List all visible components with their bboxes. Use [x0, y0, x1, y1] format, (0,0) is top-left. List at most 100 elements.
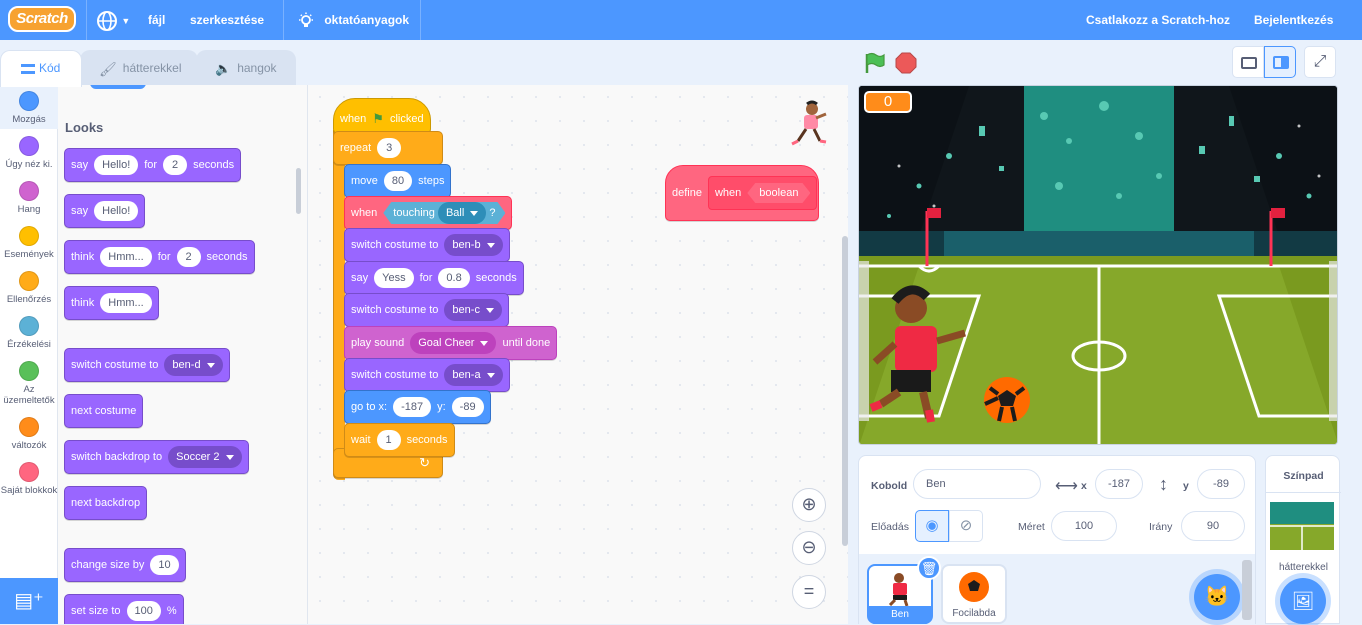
block-set-size[interactable]: set size to 100%: [64, 594, 184, 624]
block-switch-costume[interactable]: switch costume to ben-d: [64, 348, 230, 382]
block-input[interactable]: 10: [150, 555, 179, 575]
category-label: Ellenőrzés: [6, 294, 52, 305]
touching-condition[interactable]: touching Ball ?: [383, 202, 505, 224]
costume-dropdown[interactable]: ben-d: [164, 354, 223, 376]
block-change-size[interactable]: change size by 10: [64, 548, 186, 582]
block-switch-costume-b[interactable]: switch costume to ben-b: [344, 228, 510, 262]
sound-dropdown[interactable]: Goal Cheer: [410, 332, 497, 354]
y-input[interactable]: -89: [1197, 469, 1245, 499]
category-looks[interactable]: Úgy néz ki.: [0, 136, 58, 170]
block-input[interactable]: 1: [376, 430, 401, 450]
block-move[interactable]: move 80 steps: [344, 164, 452, 198]
block-repeat[interactable]: repeat 3: [333, 131, 443, 165]
block-input[interactable]: Yess: [374, 268, 414, 288]
block-wait[interactable]: wait 1 seconds: [344, 423, 455, 457]
block-next-costume[interactable]: next costume: [64, 394, 144, 428]
block-input[interactable]: 100: [126, 601, 161, 621]
add-extension-button[interactable]: ▤⁺: [0, 578, 58, 624]
choose-backdrop-button[interactable]: 🖼: [1280, 578, 1326, 624]
block-input[interactable]: 80: [383, 171, 413, 191]
block-when-touching[interactable]: when touching Ball ?: [344, 196, 513, 230]
edit-menu[interactable]: szerkesztése: [190, 0, 264, 40]
palette-scrollbar[interactable]: [296, 168, 301, 214]
touching-dropdown[interactable]: Ball: [438, 202, 486, 224]
sprite-tile-ball[interactable]: Focilabda: [941, 564, 1007, 624]
stage-target-panel[interactable]: Színpad hátterekkel 🖼: [1265, 455, 1341, 624]
costume-dropdown[interactable]: ben-a: [444, 364, 503, 386]
category-sensing[interactable]: Érzékelési: [0, 316, 58, 350]
fullscreen-button[interactable]: ⤢: [1304, 46, 1336, 78]
tab-code[interactable]: Kód: [0, 50, 82, 87]
backdrop-thumbnail-icon[interactable]: [1270, 502, 1334, 550]
ball-sprite[interactable]: [984, 377, 1030, 423]
block-next-backdrop[interactable]: next backdrop: [64, 486, 148, 520]
tab-sounds[interactable]: 🔈 hangok: [196, 50, 296, 86]
file-menu[interactable]: fájl: [148, 0, 165, 40]
zoom-reset-button[interactable]: =: [792, 575, 826, 609]
block-say-for[interactable]: say Hello! for 2 seconds: [64, 148, 242, 182]
category-variables[interactable]: változók: [0, 417, 58, 451]
category-myblocks[interactable]: Saját blokkok: [0, 462, 58, 496]
language-menu[interactable]: ▼: [96, 0, 130, 40]
sprite-name-input[interactable]: Ben: [913, 469, 1041, 499]
block-say[interactable]: say Hello!: [64, 194, 146, 228]
sprite-name: Focilabda: [952, 608, 996, 619]
show-sprite-button[interactable]: ◉: [915, 510, 949, 542]
block-think-for[interactable]: think Hmm... for 2 seconds: [64, 240, 255, 274]
direction-input[interactable]: 90: [1181, 511, 1245, 541]
zoom-out-button[interactable]: ⊖: [792, 531, 826, 565]
backdrop-dropdown[interactable]: Soccer 2: [168, 446, 242, 468]
delete-sprite-button[interactable]: 🗑: [917, 556, 941, 580]
block-switch-costume-c[interactable]: switch costume to ben-c: [344, 293, 509, 327]
boolean-arg[interactable]: boolean: [747, 183, 810, 203]
size-input[interactable]: 100: [1051, 511, 1117, 541]
workspace-scrollbar[interactable]: [842, 236, 848, 546]
block-input[interactable]: -187: [393, 397, 432, 417]
block-when-flag-clicked[interactable]: when ⚑ clicked: [333, 98, 431, 134]
soccer-backdrop: [859, 86, 1337, 444]
block-input[interactable]: 0.8: [438, 268, 470, 288]
category-label: Úgy néz ki.: [5, 159, 53, 170]
globe-icon: [97, 10, 117, 31]
block-input[interactable]: 3: [377, 138, 402, 158]
tab-backdrops[interactable]: 🖌 hátterekkel: [80, 50, 198, 86]
category-control[interactable]: Ellenőrzés: [0, 271, 58, 305]
block-input[interactable]: 2: [163, 155, 188, 175]
sprite-list-scrollbar[interactable]: [1242, 560, 1252, 620]
normal-stage-button[interactable]: [1264, 46, 1296, 78]
costume-dropdown[interactable]: ben-c: [444, 299, 502, 321]
current-sprite-icon: [791, 100, 827, 146]
tutorials-menu[interactable]: oktatóanyagok: [297, 0, 409, 40]
x-input[interactable]: -187: [1095, 469, 1143, 499]
choose-sprite-button[interactable]: 🐱: [1194, 574, 1240, 620]
block-input[interactable]: Hmm...: [100, 293, 152, 313]
block-input[interactable]: Hello!: [94, 201, 139, 221]
stop-button[interactable]: [894, 51, 918, 75]
block-input[interactable]: 2: [176, 247, 201, 267]
block-say-for[interactable]: say Yess for 0.8 seconds: [344, 261, 524, 295]
ben-thumbnail-icon: [888, 573, 909, 607]
block-switch-backdrop[interactable]: switch backdrop to Soccer 2: [64, 440, 249, 474]
join-link[interactable]: Csatlakozz a Scratch-hoz: [1086, 0, 1230, 40]
block-think[interactable]: think Hmm...: [64, 286, 159, 320]
block-play-sound[interactable]: play sound Goal Cheer until done: [344, 326, 558, 360]
block-input[interactable]: Hello!: [94, 155, 139, 175]
green-flag-button[interactable]: [862, 51, 886, 75]
block-input[interactable]: Hmm...: [100, 247, 152, 267]
small-stage-button[interactable]: [1232, 46, 1264, 78]
block-switch-costume-a[interactable]: switch costume to ben-a: [344, 358, 510, 392]
costume-dropdown[interactable]: ben-b: [444, 234, 503, 256]
block-input[interactable]: -89: [451, 397, 484, 417]
block-go-to-xy[interactable]: go to x: -187 y: -89: [344, 390, 491, 424]
scratch-logo[interactable]: Scratch: [8, 6, 76, 32]
category-sound[interactable]: Hang: [0, 181, 58, 215]
signin-link[interactable]: Bejelentkezés: [1254, 0, 1333, 40]
category-events[interactable]: Események: [0, 226, 58, 260]
category-operators[interactable]: Az üzemeltetők: [0, 361, 58, 406]
zoom-in-button[interactable]: ⊕: [792, 488, 826, 522]
hide-sprite-button[interactable]: ⊘: [949, 510, 983, 542]
category-motion[interactable]: Mozgás: [0, 91, 58, 125]
block-define[interactable]: define when boolean: [665, 165, 819, 221]
define-prototype[interactable]: when boolean: [707, 176, 818, 210]
stage-canvas[interactable]: 0: [858, 85, 1338, 445]
